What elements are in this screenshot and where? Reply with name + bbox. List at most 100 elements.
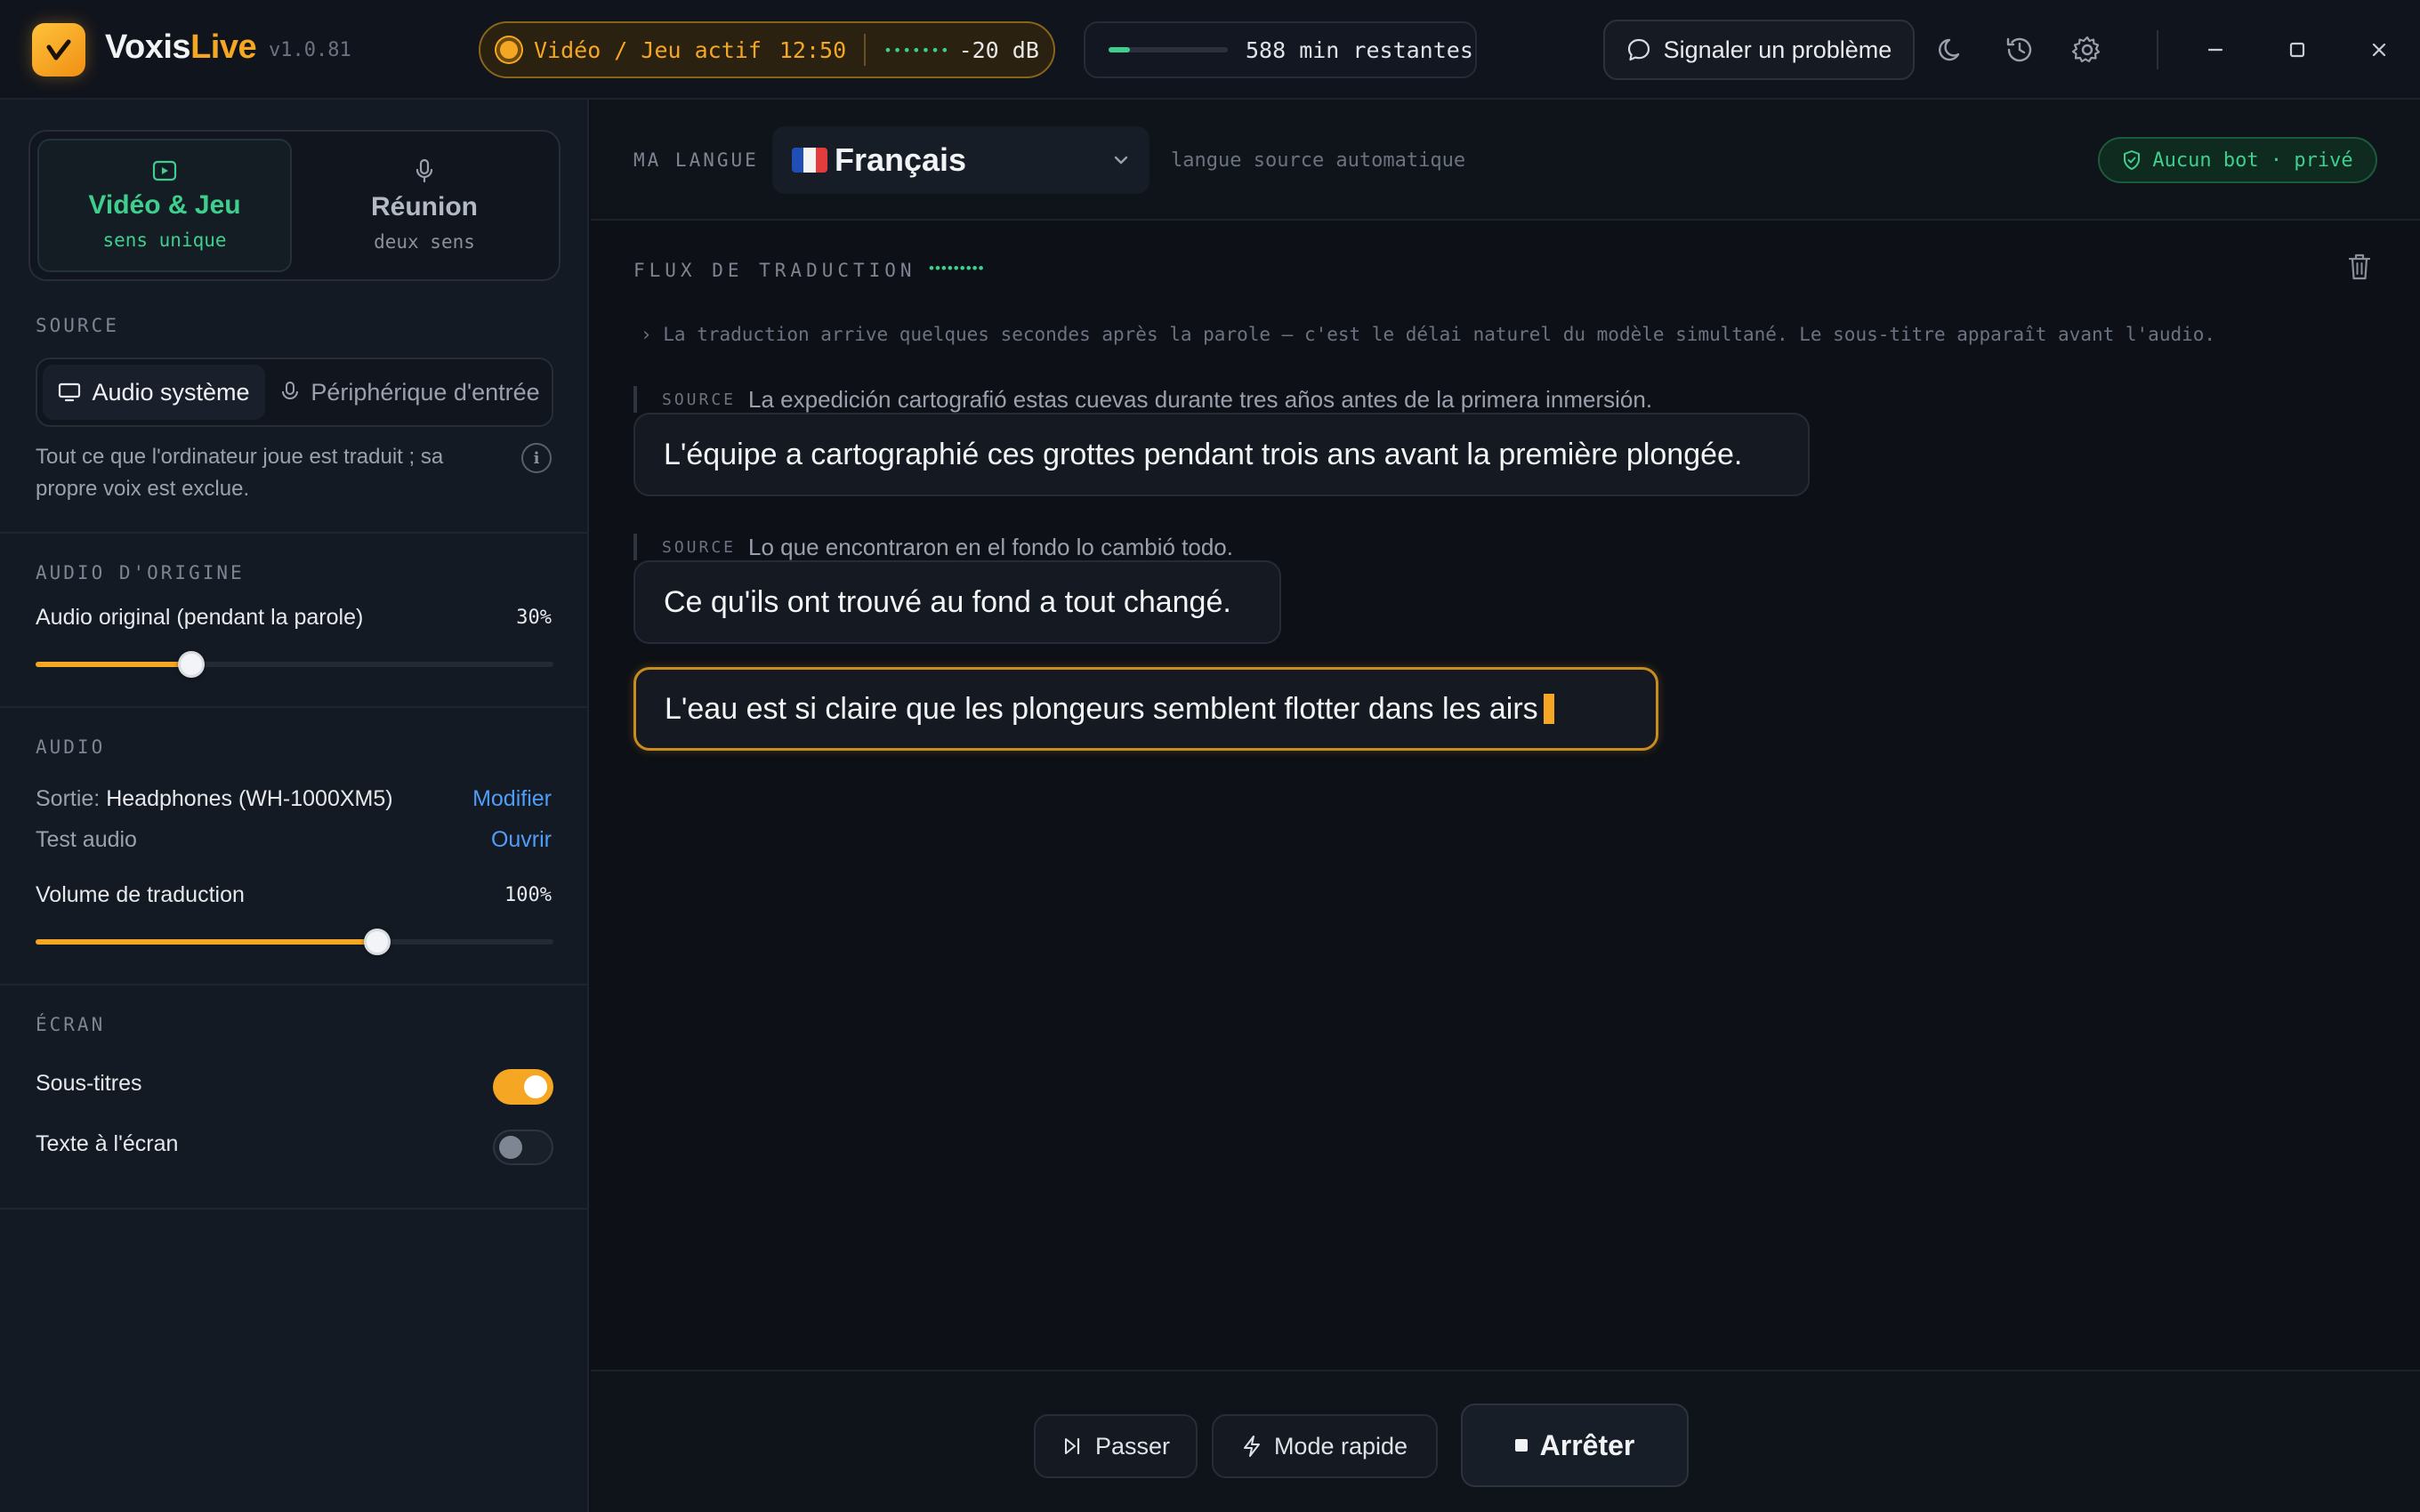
translation-stream-heading: FLUX DE TRADUCTION <box>633 260 916 281</box>
pill-separator <box>864 34 867 66</box>
audio-output-prefix: Sortie: <box>36 786 101 811</box>
fast-mode-button[interactable]: Mode rapide <box>1212 1414 1438 1478</box>
translation-bubble: L'équipe a cartographié ces grottes pend… <box>633 413 1810 496</box>
minimize-icon[interactable] <box>2196 30 2235 69</box>
source-system-audio-button[interactable]: Audio système <box>43 365 265 420</box>
report-problem-button[interactable]: Signaler un problème <box>1603 20 1915 80</box>
translation-volume-label: Volume de traduction <box>36 882 245 907</box>
stop-label: Arrêter <box>1539 1428 1635 1461</box>
privacy-badge-text: Aucun bot · privé <box>2152 149 2353 172</box>
play-icon <box>152 160 177 181</box>
app-name: VoxisLive <box>105 28 257 67</box>
source-input-device-label: Périphérique d'entrée <box>311 378 540 406</box>
skip-label: Passer <box>1094 1432 1171 1460</box>
audio-test-label: Test audio <box>36 827 137 852</box>
trash-icon[interactable] <box>2347 253 2372 286</box>
source-input-device-button[interactable]: Périphérique d'entrée <box>270 365 550 420</box>
translation-volume-value: 100% <box>504 884 552 906</box>
source-selector: Audio système Périphérique d'entrée <box>36 358 553 427</box>
source-tag: SOURCE <box>662 537 737 557</box>
my-language-label: MA LANGUE <box>633 149 759 171</box>
info-icon[interactable]: i <box>521 443 552 473</box>
language-bar: MA LANGUE Français langue source automat… <box>591 100 2420 221</box>
source-system-audio-label: Audio système <box>92 378 250 406</box>
source-line: SOURCE Lo que encontraron en el fondo lo… <box>633 534 1233 560</box>
tab-video-game-title: Vidéo & Jeu <box>88 190 241 220</box>
source-text: La expedición cartografió estas cuevas d… <box>748 385 1653 413</box>
toggle-knob <box>524 1075 547 1098</box>
report-problem-label: Signaler un problème <box>1663 36 1892 63</box>
mic-icon <box>282 382 299 399</box>
stop-button[interactable]: Arrêter <box>1461 1403 1689 1487</box>
original-audio-value: 30% <box>516 607 552 629</box>
titlebar-divider <box>2157 30 2158 69</box>
app-name-part2: Live <box>190 28 257 66</box>
section-divider <box>0 532 589 534</box>
output-change-link[interactable]: Modifier <box>472 786 552 812</box>
skip-forward-icon <box>1064 1437 1080 1455</box>
original-audio-slider-thumb[interactable] <box>177 651 205 678</box>
quota-text: 588 min restantes <box>1246 36 1473 63</box>
level-meter: ••••••• <box>883 41 950 59</box>
source-tag: SOURCE <box>662 390 737 409</box>
audio-test-open-link[interactable]: Ouvrir <box>491 827 552 853</box>
screen-heading: ÉCRAN <box>36 1014 106 1035</box>
tab-meeting[interactable]: Réunion deux sens <box>297 139 552 272</box>
onscreen-text-label: Texte à l'écran <box>36 1131 179 1156</box>
original-audio-slider-fill <box>36 662 191 667</box>
quota-pill: 588 min restantes <box>1084 21 1477 78</box>
app-logo <box>32 23 85 76</box>
lightning-icon <box>1243 1436 1260 1457</box>
subtitles-toggle[interactable] <box>493 1069 553 1105</box>
logo-check-icon <box>46 39 71 60</box>
original-audio-slider[interactable] <box>36 651 553 678</box>
mode-status-pill[interactable]: Vidéo / Jeu actif 12:50 ••••••• -20 dB <box>479 21 1055 78</box>
selected-language: Français <box>835 141 967 178</box>
privacy-badge: Aucun bot · privé <box>2098 137 2377 183</box>
tab-meeting-title: Réunion <box>371 192 478 221</box>
app-name-part1: Voxis <box>105 28 191 66</box>
moon-icon[interactable] <box>1932 30 1972 69</box>
auto-source-language-note: langue source automatique <box>1171 149 1466 172</box>
section-divider <box>0 1208 589 1210</box>
control-bar: Passer Mode rapide Arrêter <box>591 1370 2420 1512</box>
live-translation-bubble: L'eau est si claire que les plongeurs se… <box>633 667 1658 751</box>
chat-bubble-icon <box>1627 38 1650 61</box>
flag-fr-icon <box>792 148 827 173</box>
onscreen-text-toggle[interactable] <box>493 1130 553 1165</box>
language-select[interactable]: Français <box>772 126 1150 194</box>
section-divider <box>0 984 589 985</box>
tab-video-game-subtitle: sens unique <box>102 229 227 251</box>
close-icon[interactable] <box>2360 30 2399 69</box>
source-text: Lo que encontraron en el fondo lo cambió… <box>748 533 1233 560</box>
translation-volume-slider-fill <box>36 939 378 945</box>
mode-switch: Vidéo & Jeu sens unique Réunion deux sen… <box>28 130 561 281</box>
level-db: -20 dB <box>958 36 1039 63</box>
fast-mode-label: Mode rapide <box>1273 1432 1408 1460</box>
translation-volume-slider-thumb[interactable] <box>364 929 391 955</box>
live-translation-text: L'eau est si claire que les plongeurs se… <box>665 691 1538 726</box>
monitor-icon <box>59 382 81 402</box>
quota-progress-fill <box>1109 47 1131 52</box>
section-divider <box>0 706 589 708</box>
chevron-down-icon <box>1114 156 1128 165</box>
recording-dot-icon <box>496 37 521 62</box>
gear-icon[interactable] <box>2068 30 2107 69</box>
subtitles-label: Sous-titres <box>36 1071 142 1096</box>
skip-button[interactable]: Passer <box>1034 1414 1198 1478</box>
history-icon[interactable] <box>2000 30 2039 69</box>
maximize-icon[interactable] <box>2278 30 2317 69</box>
toggle-knob <box>499 1136 522 1159</box>
shield-check-icon <box>2124 150 2141 170</box>
typing-caret <box>1543 694 1554 724</box>
session-timer: 12:50 <box>778 36 847 63</box>
sidebar: Vidéo & Jeu sens unique Réunion deux sen… <box>0 100 589 1512</box>
audio-heading: AUDIO <box>36 736 106 758</box>
translation-bubble: Ce qu'ils ont trouvé au fond a tout chan… <box>633 560 1281 644</box>
main-panel: MA LANGUE Français langue source automat… <box>591 100 2420 1512</box>
app-version: v1.0.81 <box>269 39 351 61</box>
quota-progress-bar <box>1109 47 1228 52</box>
translation-volume-slider[interactable] <box>36 929 553 955</box>
tab-video-game[interactable]: Vidéo & Jeu sens unique <box>37 139 292 272</box>
title-bar: VoxisLive v1.0.81 Vidéo / Jeu actif 12:5… <box>0 0 2420 100</box>
